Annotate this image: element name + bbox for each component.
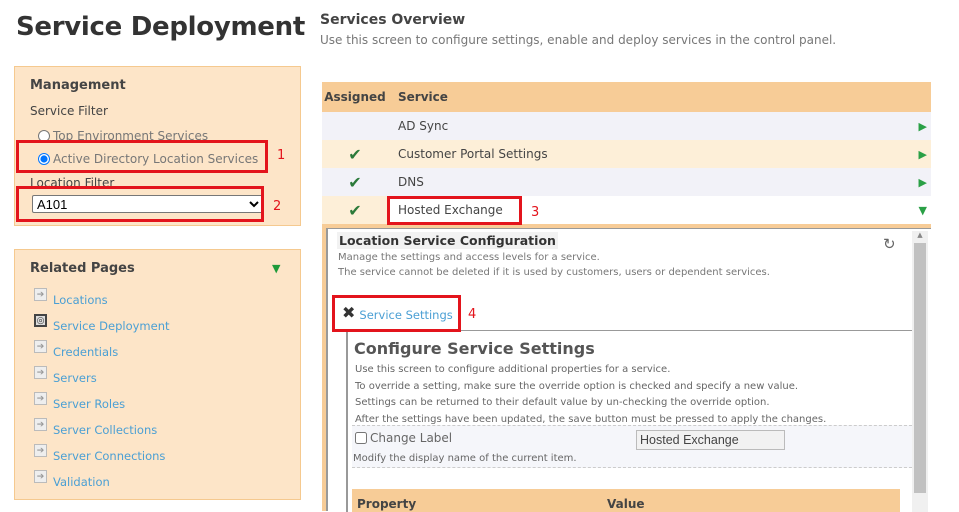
annotation-number-2: 2 [273,199,282,214]
section-heading: Configure Service Settings [354,339,595,358]
config-instruction: To override a setting, make sure the ove… [355,380,799,392]
expand-right-icon[interactable]: ▶ [919,176,927,189]
related-page-link[interactable]: ➔ Validation [34,463,170,489]
change-label-input[interactable] [636,430,785,450]
col-service: Service [398,90,448,104]
annotation-number-4: 4 [468,307,477,322]
change-label-row: Change Label Modify the display name of … [352,425,912,468]
related-page-link[interactable]: ➔ Server Roles [34,385,170,411]
related-page-label: Server Connections [53,449,166,463]
related-page-link[interactable]: ➔ Server Collections [34,411,170,437]
check-icon: ✔ [348,144,362,164]
expand-right-icon[interactable]: ▶ [919,120,927,133]
related-page-link[interactable]: ➔ Credentials [34,333,170,359]
table-header: Assigned Service [322,82,931,112]
related-page-link[interactable]: ◎ Service Deployment [34,307,170,333]
change-label-checkbox[interactable]: Change Label [355,431,452,445]
service-name: DNS [398,175,424,189]
page-arrow-icon: ➔ [34,418,47,431]
overview-heading: Services Overview [320,12,466,28]
scrollbar[interactable]: ▲ [912,231,928,512]
check-icon: ✔ [348,172,362,192]
service-filter-label: Service Filter [30,104,108,118]
overview-subtitle: Use this screen to configure settings, e… [320,33,837,47]
page-arrow-icon: ➔ [34,392,47,405]
related-pages-list: ➔ Locations ◎ Service Deployment ➔ Credential… [34,281,170,489]
config-instruction: Use this screen to configure additional … [355,364,671,375]
related-page-link[interactable]: ➔ Locations [34,281,170,307]
management-heading: Management [30,78,126,93]
annotation-box-4 [332,295,461,332]
config-instruction: Settings can be returned to their defaul… [355,397,770,408]
current-page-icon: ◎ [34,314,47,327]
section-border [346,331,348,512]
change-label-text: Change Label [370,431,453,445]
related-page-label: Locations [53,293,108,307]
page-arrow-icon: ➔ [34,366,47,379]
service-row[interactable]: ✔ DNS ▶ [322,168,931,196]
page-arrow-icon: ➔ [34,288,47,301]
related-page-link[interactable]: ➔ Servers [34,359,170,385]
service-name: Customer Portal Settings [398,147,548,161]
service-name: AD Sync [398,119,449,133]
annotation-number-3: 3 [531,205,540,220]
annotation-box-1 [16,140,268,173]
refresh-icon[interactable]: ↻ [883,235,896,253]
expand-down-icon[interactable]: ▼ [919,204,927,217]
col-value: Value [607,497,645,511]
service-row[interactable]: ✔ Customer Portal Settings ▶ [322,140,931,168]
config-heading: Location Service Configuration [337,232,558,249]
page-arrow-icon: ➔ [34,444,47,457]
change-label-help: Modify the display name of the current i… [353,453,577,464]
related-page-link[interactable]: ➔ Server Connections [34,437,170,463]
related-page-label: Validation [53,475,110,489]
related-pages-heading: Related Pages [30,261,135,276]
annotation-box-2 [16,186,264,222]
config-desc-1: Manage the settings and access levels fo… [338,252,600,263]
scrollbar-thumb[interactable] [914,243,926,493]
annotation-number-1: 1 [277,148,286,163]
col-assigned: Assigned [324,90,386,104]
collapse-triangle-icon[interactable]: ▼ [272,262,280,275]
check-icon: ✔ [348,200,362,220]
annotation-box-3 [387,196,522,225]
related-page-label: Server Roles [53,397,126,411]
expand-right-icon[interactable]: ▶ [919,148,927,161]
related-pages-panel: Related Pages ▼ ➔ Locations ◎ Service Deplo… [14,249,301,500]
related-page-label: Servers [53,371,97,385]
related-page-label: Server Collections [53,423,158,437]
service-row[interactable]: AD Sync ▶ [322,112,931,140]
related-page-label: Credentials [53,345,119,359]
page-title: Service Deployment [16,12,305,42]
page-arrow-icon: ➔ [34,470,47,483]
config-desc-2: The service cannot be deleted if it is u… [338,267,770,278]
property-table-header: Property Value [352,489,900,512]
page-arrow-icon: ➔ [34,340,47,353]
col-property: Property [357,497,417,511]
related-page-label: Service Deployment [53,319,170,333]
config-panel: Location Service Configuration ↻ Manage … [326,228,931,512]
